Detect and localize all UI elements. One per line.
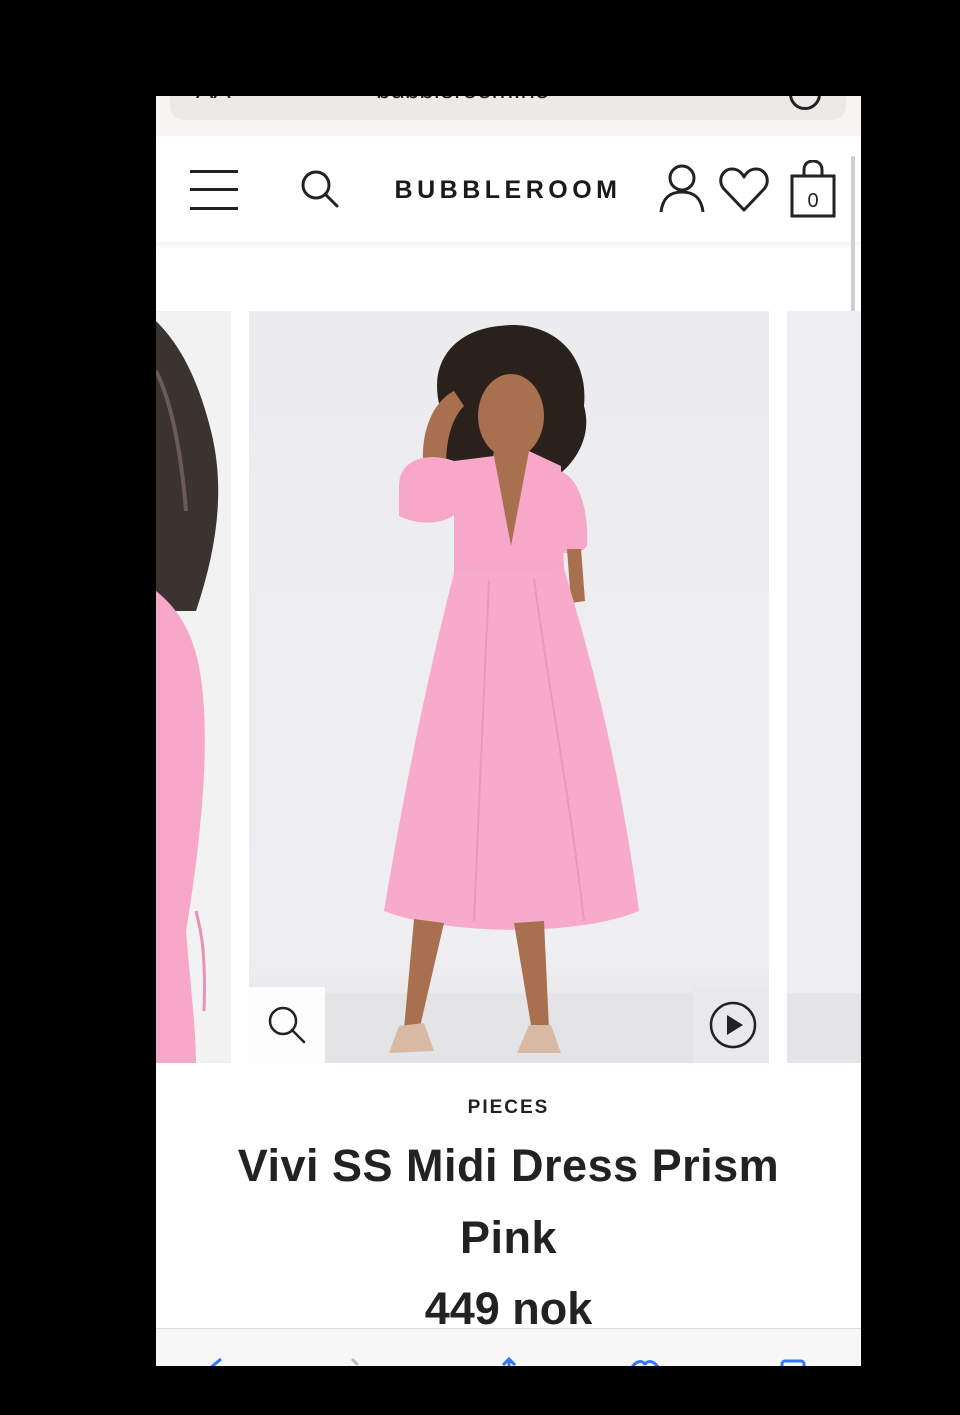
play-icon <box>709 1001 757 1049</box>
model-photo <box>384 325 639 1053</box>
reader-settings-button[interactable]: AA <box>196 96 231 105</box>
forward-icon[interactable] <box>344 1355 374 1366</box>
previous-product-image[interactable] <box>156 311 231 1063</box>
account-icon[interactable] <box>658 162 706 214</box>
bookmarks-icon[interactable] <box>630 1355 660 1366</box>
next-product-image[interactable] <box>787 311 861 1063</box>
site-logo[interactable]: BUBBLEROOM <box>388 176 628 205</box>
back-icon[interactable] <box>201 1355 231 1366</box>
main-product-image[interactable] <box>249 311 769 1063</box>
shopping-bag-icon[interactable]: 0 <box>789 160 837 220</box>
zoom-button[interactable] <box>249 987 325 1063</box>
menu-icon[interactable] <box>190 168 238 212</box>
play-video-button[interactable] <box>693 987 769 1063</box>
product-title: Vivi SS Midi Dress Prism Pink <box>237 1140 780 1263</box>
share-icon[interactable] <box>494 1355 524 1366</box>
product-brand[interactable]: PIECES <box>156 1097 861 1119</box>
heart-icon[interactable] <box>719 166 769 214</box>
browser-address-area: AA bubbleroom.no <box>156 96 861 136</box>
zoom-icon <box>268 1006 306 1044</box>
browser-bottom-toolbar <box>156 1328 861 1366</box>
search-icon[interactable] <box>299 168 341 210</box>
phone-screen: AA bubbleroom.no BUBBLEROOM <box>156 96 861 1366</box>
product-image-carousel[interactable] <box>156 311 861 1063</box>
url-text[interactable]: bubbleroom.no <box>376 96 549 105</box>
site-header: BUBBLEROOM 0 <box>156 138 861 242</box>
cart-count-badge: 0 <box>807 190 819 212</box>
tabs-icon[interactable] <box>778 1355 808 1366</box>
